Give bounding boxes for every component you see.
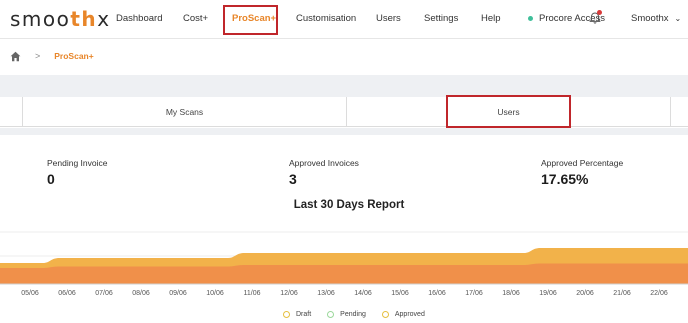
stat-approved-invoices-label: Approved Invoices: [289, 158, 359, 168]
tab-spacer-left: [0, 97, 22, 127]
x-tick-label: 22/06: [650, 290, 668, 297]
section-band: [0, 75, 688, 97]
x-tick-label: 20/06: [576, 290, 594, 297]
legend-label-draft: Draft: [296, 311, 312, 318]
chart-x-ticks: 05/06 06/06 07/06 08/06 09/06 10/06 11/06 12/06…: [0, 283, 688, 297]
x-tick-label: 06/06: [58, 290, 76, 297]
tab-my-scans[interactable]: My Scans: [22, 97, 346, 127]
stat-approved-invoices-value: 3: [289, 171, 297, 187]
nav-item-dashboard[interactable]: Dashboard: [116, 13, 162, 24]
tab-spacer-right: [670, 97, 688, 127]
x-tick-label: 08/06: [132, 290, 150, 297]
nav-divider: [0, 38, 688, 39]
breadcrumb: > ProScan+: [10, 49, 94, 63]
x-tick-label: 09/06: [169, 290, 187, 297]
x-tick-label: 11/06: [244, 290, 261, 297]
home-icon[interactable]: [10, 51, 21, 62]
proscan-highlight-box: [223, 5, 278, 35]
x-tick-label: 15/06: [391, 290, 409, 297]
legend-marker-pending: [327, 311, 335, 318]
nav-item-settings[interactable]: Settings: [424, 13, 458, 24]
chevron-down-icon: ⌄: [674, 14, 682, 23]
breadcrumb-current[interactable]: ProScan+: [54, 51, 93, 61]
users-tab-highlight-box: [446, 95, 571, 128]
legend-marker-approved: [381, 311, 389, 318]
tab-shadow-band: [0, 128, 688, 135]
account-name: Smoothx: [631, 13, 669, 24]
chart-areas: [0, 248, 688, 284]
logo-text-accent: th: [70, 7, 98, 31]
legend-item-draft[interactable]: Draft: [283, 311, 311, 318]
breadcrumb-separator: >: [35, 51, 41, 61]
nav-item-help[interactable]: Help: [481, 13, 501, 24]
logo-text-prefix: smoo: [10, 7, 71, 31]
stat-approved-percentage-label: Approved Percentage: [541, 158, 624, 168]
logo-text-suffix: x: [97, 7, 111, 31]
stat-pending-invoice-value: 0: [47, 171, 55, 187]
x-tick-label: 13/06: [317, 290, 335, 297]
top-nav: smoothx Dashboard Cost+ ProScan+ Customi…: [0, 0, 688, 38]
x-tick-label: 10/06: [206, 290, 224, 297]
tab-my-scans-label: My Scans: [165, 107, 204, 117]
x-tick-label: 17/06: [465, 290, 483, 297]
app-logo[interactable]: smoothx: [10, 7, 111, 31]
nav-item-customisation[interactable]: Customisation: [296, 13, 356, 24]
stat-approved-percentage-value: 17.65%: [541, 171, 589, 187]
status-dot-icon: [528, 15, 533, 21]
account-menu[interactable]: Smoothx ⌄: [631, 13, 681, 24]
x-tick-label: 18/06: [502, 290, 520, 297]
x-tick-label: 05/06: [21, 290, 39, 297]
x-tick-label: 19/06: [539, 290, 557, 297]
x-tick-label: 14/06: [354, 290, 372, 297]
legend-label-approved: Approved: [394, 311, 425, 318]
legend-marker-draft: [283, 311, 290, 318]
report-area-chart: 05/06 06/06 07/06 08/06 09/06 10/06 11/06 12/06…: [0, 231, 688, 297]
x-tick-label: 21/06: [613, 290, 631, 297]
report-title: Last 30 Days Report: [293, 199, 405, 211]
tab-bar: My Scans Users: [0, 97, 688, 127]
legend-item-pending[interactable]: Pending: [327, 311, 366, 318]
x-tick-label: 07/06: [95, 290, 113, 297]
notification-bell-icon[interactable]: [588, 10, 602, 25]
stat-pending-invoice-label: Pending Invoice: [47, 158, 108, 168]
x-tick-label: 16/06: [428, 290, 446, 297]
nav-item-cost[interactable]: Cost+: [183, 13, 208, 24]
x-tick-label: 12/06: [280, 290, 298, 297]
legend-item-approved[interactable]: Approved: [381, 311, 425, 318]
legend-label-pending: Pending: [340, 311, 366, 318]
notification-badge: [597, 10, 602, 15]
chart-legend: Draft Pending Approved: [283, 311, 441, 318]
area-series-draft: [0, 263, 688, 284]
nav-item-users[interactable]: Users: [376, 13, 401, 24]
